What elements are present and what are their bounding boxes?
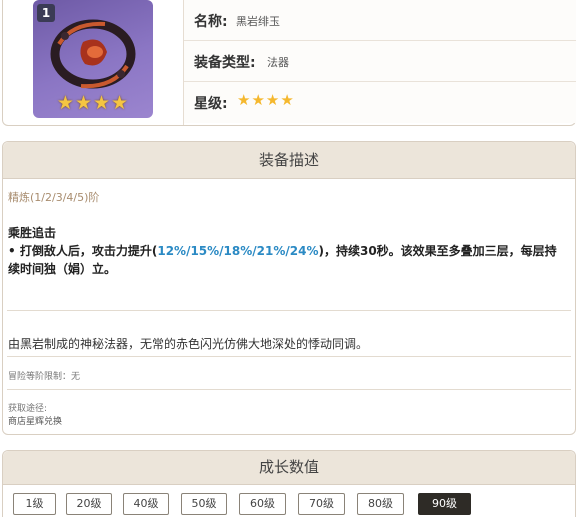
- name-label: 名称:: [194, 14, 228, 30]
- level-button-1[interactable]: 1级: [13, 493, 56, 515]
- level-button-90-selected[interactable]: 90级: [418, 493, 471, 515]
- passive-effect: • 打倒敌人后，攻击力提升(12%/15%/18%/21%/24%)，持续30秒…: [8, 242, 568, 278]
- name-value: 黑岩绯玉: [236, 15, 280, 28]
- adventure-rank-limit: 冒险等阶限制：无: [8, 372, 81, 382]
- passive-values: 12%/15%/18%/21%/24%: [157, 244, 319, 258]
- passive-prefix: • 打倒敌人后，攻击力提升(: [8, 244, 158, 258]
- passive-name: 乘胜追击: [8, 226, 57, 240]
- rarity-label: 星级:: [194, 96, 228, 112]
- divider: [7, 310, 571, 311]
- description-card: 装备描述 精炼(1/2/3/4/5)阶 乘胜追击 • 打倒敌人后，攻击力提升(1…: [2, 141, 576, 435]
- divider: [7, 389, 571, 390]
- level-button-60[interactable]: 60级: [239, 493, 286, 515]
- divider: [7, 356, 571, 357]
- type-label: 装备类型:: [194, 55, 256, 71]
- item-info-card: 1 ★★★★ 名称: 黑岩绯玉 装备类型: 法器 星级: ★★★★: [2, 0, 576, 126]
- type-row: 装备类型: 法器: [184, 41, 576, 82]
- growth-card: 成长数值 1级 20级 40级 50级 60级 70级 80级 90级: [2, 450, 576, 517]
- name-row: 名称: 黑岩绯玉: [184, 0, 576, 41]
- source-value: 商店星辉兑换: [8, 417, 63, 427]
- item-thumbnail: 1 ★★★★: [33, 0, 153, 118]
- refinement-text: 精炼(1/2/3/4/5)阶: [8, 191, 100, 204]
- lore-text: 由黑岩制成的神秘法器，无常的赤色闪光仿佛大地深处的悸动同调。: [8, 337, 369, 351]
- level-button-20[interactable]: 20级: [66, 493, 112, 515]
- rarity-row: 星级: ★★★★: [184, 82, 576, 123]
- level-button-80[interactable]: 80级: [357, 493, 404, 515]
- catalyst-icon: [50, 19, 136, 89]
- source-label: 获取途径:: [8, 404, 48, 414]
- level-button-40[interactable]: 40级: [123, 493, 169, 515]
- type-value: 法器: [267, 56, 289, 69]
- growth-header: 成长数值: [3, 451, 575, 485]
- level-button-50[interactable]: 50级: [181, 493, 227, 515]
- rarity-stars: ★★★★: [237, 91, 295, 109]
- description-header: 装备描述: [3, 142, 575, 179]
- thumbnail-rarity-stars: ★★★★: [56, 92, 130, 114]
- level-button-70[interactable]: 70级: [298, 493, 345, 515]
